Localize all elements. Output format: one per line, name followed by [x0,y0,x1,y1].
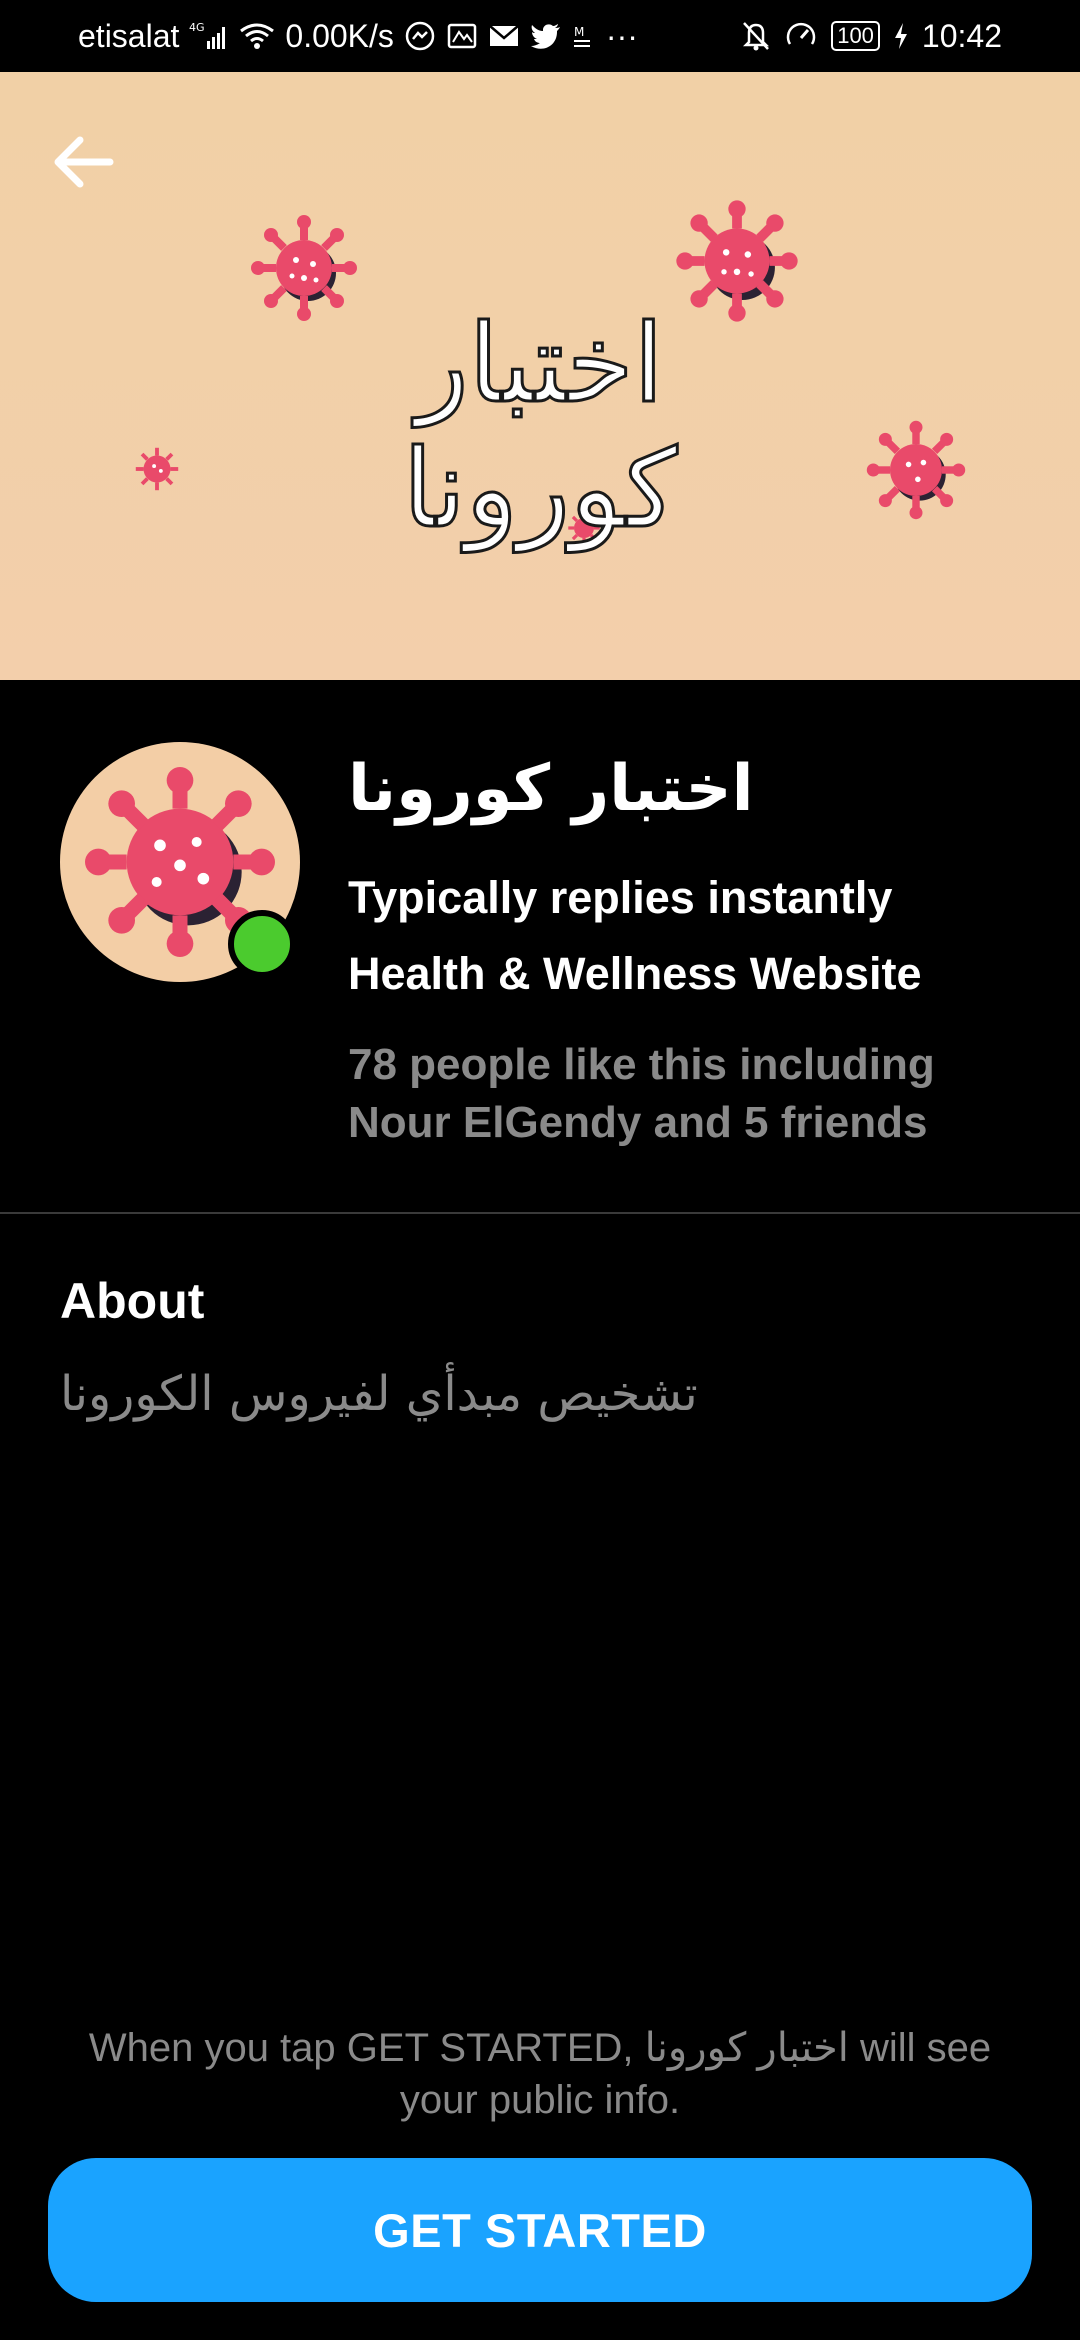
cover-title: اختبار كورونا [401,301,678,554]
status-bar-right: 100 10:42 [741,0,1002,72]
more-notifications: ··· [605,17,638,54]
section-divider [0,1212,1080,1214]
mail-icon [488,22,520,50]
messenger-icon [404,20,436,52]
likes-count-text: 78 people like this including [348,1040,935,1089]
signal-icon: 4G [189,21,229,51]
about-description: تشخيص مبدأي لفيروس الكورونا [60,1366,698,1422]
carrier-name: etisalat [78,17,180,54]
arrow-left-icon [54,136,114,188]
status-bar: etisalat 4G 0.00K/s M ··· 100 10:42 [0,0,1080,72]
cover-image: اختبار كورونا [0,72,1080,680]
gallery-icon [446,20,478,52]
back-button[interactable] [46,127,126,197]
speedometer-icon [785,20,817,52]
response-time: Typically replies instantly [348,872,893,923]
battery-icon: 100 [831,21,880,51]
silent-bell-icon [741,20,771,52]
get-started-button[interactable]: GET STARTED [48,2158,1032,2302]
page-category: Health & Wellness Website [348,948,922,999]
consent-notice: When you tap GET STARTED, اختبار كورونا … [50,2022,1030,2126]
svg-text:4G: 4G [189,21,205,34]
wifi-icon [239,21,275,51]
data-speed: 0.00K/s [285,17,394,54]
page-name: اختبار كورونا [348,752,754,826]
about-heading: About [60,1273,205,1329]
charging-icon [894,22,908,50]
mail-small-icon: M [572,22,596,50]
twitter-icon [530,22,562,50]
virus-illustration [866,420,966,520]
consent-text-start: When you tap GET STARTED, [88,2026,645,2070]
consent-page-name: اختبار كورونا [644,2026,849,2070]
online-status-indicator [228,910,296,978]
clock: 10:42 [921,17,1002,54]
page-likes[interactable]: 78 people like this including Nour ElGen… [348,1036,1048,1152]
svg-text:M: M [574,25,584,39]
likes-friends-text: Nour ElGendy and 5 friends [348,1098,928,1147]
virus-illustration [135,447,179,491]
status-bar-left: etisalat 4G 0.00K/s M ··· [78,0,638,72]
